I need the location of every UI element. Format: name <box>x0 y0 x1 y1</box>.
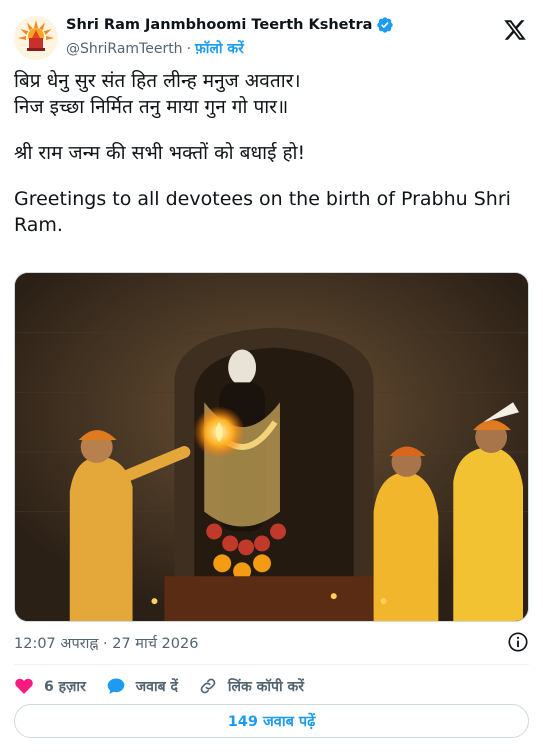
reply-button[interactable]: जवाब दें <box>106 676 178 696</box>
tweet-card: Shri Ram Janmbhoomi Teerth Kshetra @Shri… <box>0 0 543 752</box>
action-bar: 6 हज़ार जवाब दें लिंक कॉपी करें <box>14 673 324 699</box>
reply-label: जवाब दें <box>135 678 178 695</box>
like-count: 6 हज़ार <box>44 678 86 695</box>
x-logo-icon[interactable] <box>503 18 527 42</box>
reply-bubble-icon <box>107 678 125 694</box>
tweet-greeting-english: Greetings to all devotees on the birth o… <box>14 188 511 236</box>
heart-icon <box>15 678 33 694</box>
handle[interactable]: @ShriRamTeerth <box>66 41 183 57</box>
copy-link-label: लिंक कॉपी करें <box>227 678 304 695</box>
follow-button[interactable]: फ़ॉलो करें <box>195 39 244 58</box>
temple-logo-icon <box>14 16 58 60</box>
avatar[interactable] <box>14 16 58 60</box>
info-icon[interactable] <box>507 631 529 653</box>
link-icon <box>200 678 216 694</box>
aarti-scene-image <box>15 273 528 621</box>
copy-link-button[interactable]: लिंक कॉपी करें <box>198 676 304 696</box>
read-replies-button[interactable]: 149 जवाब पढ़ें <box>14 704 529 738</box>
tweet-timestamp[interactable]: 12:07 अपराह्न · 27 मार्च 2026 <box>14 633 198 653</box>
tweet-verse: बिप्र धेनु सुर संत हित लीन्ह मनुज अवतार।… <box>14 70 301 118</box>
tweet-text: बिप्र धेनु सुर संत हित लीन्ह मनुज अवतार।… <box>14 68 529 238</box>
tweet-media-image[interactable] <box>14 272 529 622</box>
verified-badge-icon <box>377 17 394 33</box>
separator-dot: · <box>186 40 192 57</box>
display-name[interactable]: Shri Ram Janmbhoomi Teerth Kshetra <box>66 17 372 33</box>
divider <box>14 664 529 665</box>
like-button[interactable]: 6 हज़ार <box>14 676 86 696</box>
tweet-header: Shri Ram Janmbhoomi Teerth Kshetra @Shri… <box>14 14 529 62</box>
tweet-greeting-hindi: श्री राम जन्म की सभी भक्तों को बधाई हो! <box>14 142 306 164</box>
